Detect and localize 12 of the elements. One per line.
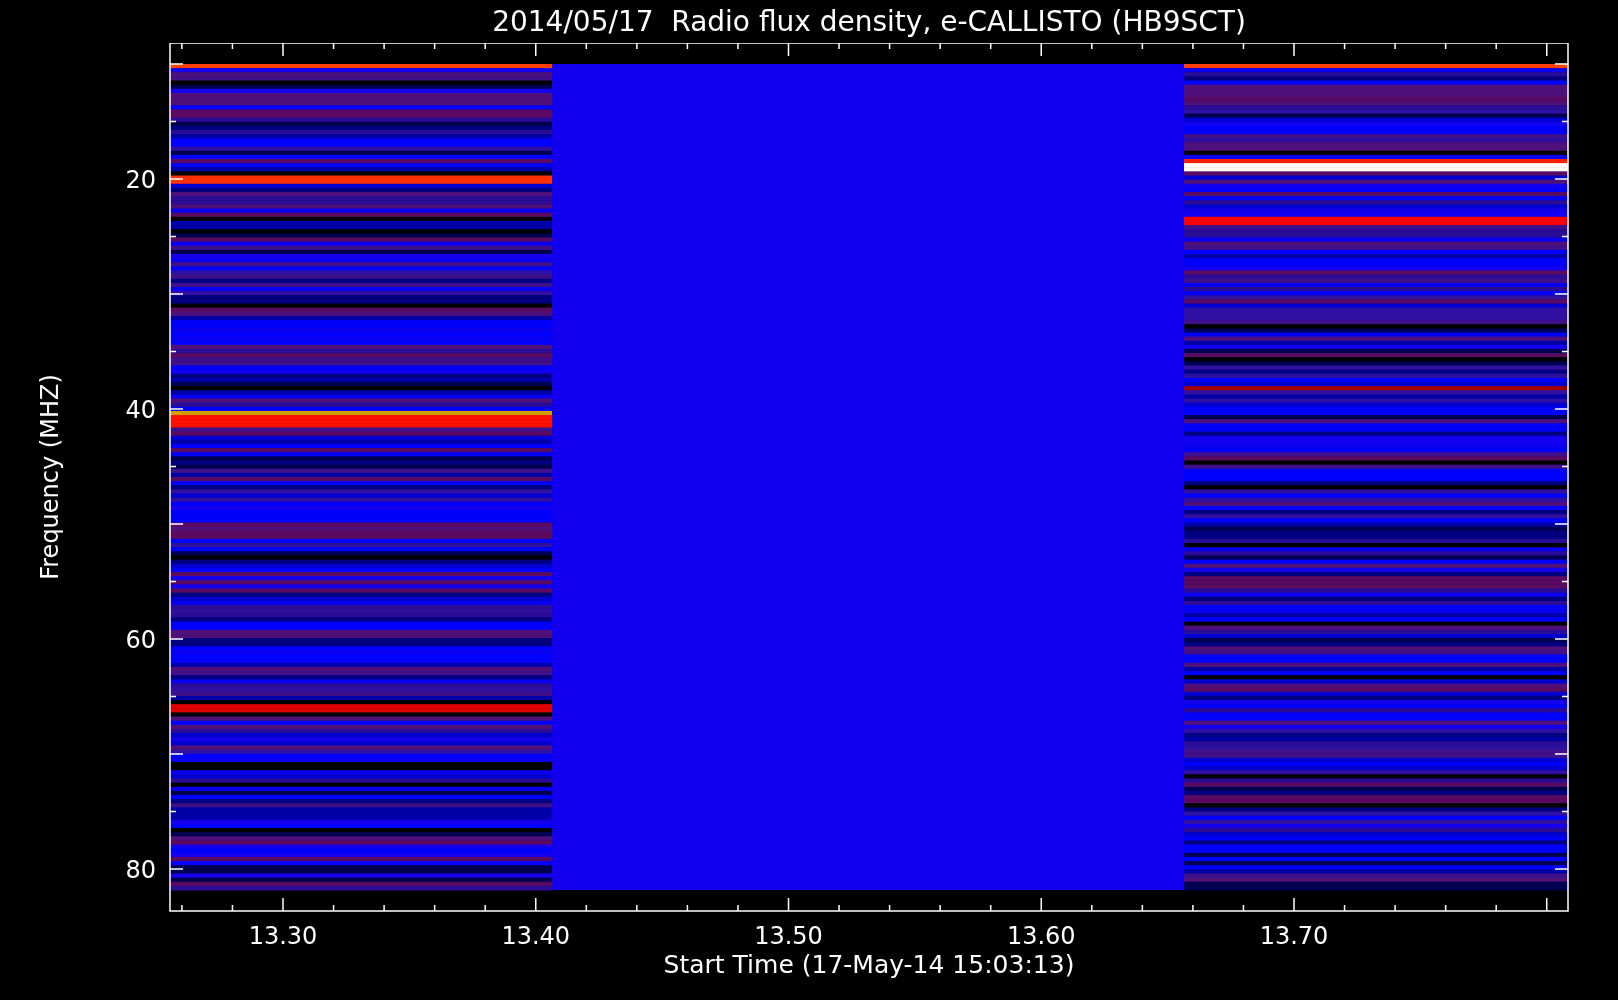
y-tick-label: 40 (125, 396, 156, 424)
x-tick-label: 13.70 (1259, 922, 1329, 950)
y-tick-label: 80 (125, 856, 156, 884)
x-axis-label: Start Time (17-May-14 15:03:13) (663, 950, 1075, 979)
x-tick-label: 13.40 (501, 922, 571, 950)
x-tick-label: 13.60 (1006, 922, 1076, 950)
y-tick-label: 20 (125, 166, 156, 194)
chart-title: 2014/05/17 Radio flux density, e-CALLISTO (HB9SCT) (492, 5, 1246, 38)
y-axis-label: Frequency (MHZ) (36, 373, 64, 580)
x-tick-label: 13.30 (248, 922, 318, 950)
y-tick-label: 60 (125, 626, 156, 654)
x-tick-label: 13.50 (754, 922, 823, 950)
